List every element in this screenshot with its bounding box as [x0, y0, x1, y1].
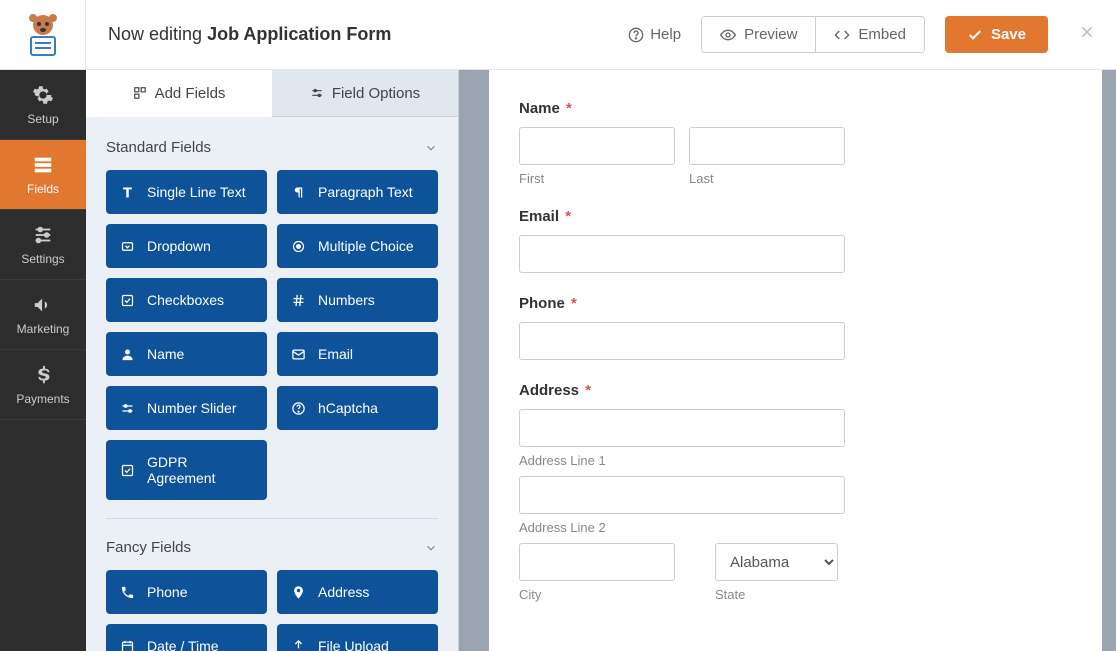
field-checkboxes[interactable]: Checkboxes	[106, 278, 267, 322]
gear-icon	[32, 84, 54, 106]
question-icon	[291, 401, 306, 416]
email-input[interactable]	[519, 235, 845, 273]
fancy-fields-grid: Phone Address Date / Time File Upload	[106, 570, 438, 651]
nav-payments[interactable]: Payments	[0, 350, 86, 420]
preview-button[interactable]: Preview	[702, 17, 815, 52]
sliders-icon	[310, 86, 324, 100]
standard-fields-grid: Single Line Text Paragraph Text Dropdown…	[106, 170, 438, 500]
grid-icon	[133, 86, 147, 100]
calendar-icon	[120, 639, 135, 651]
nav-settings[interactable]: Settings	[0, 210, 86, 280]
checkbox-icon	[120, 293, 135, 308]
address-line1-input[interactable]	[519, 409, 845, 447]
last-sub-label: Last	[689, 171, 845, 186]
left-nav: Setup Fields Settings Marketing Payments	[0, 70, 86, 651]
field-number-slider[interactable]: Number Slider	[106, 386, 267, 430]
embed-button[interactable]: Embed	[815, 17, 924, 52]
address-line2-input[interactable]	[519, 476, 845, 514]
close-icon	[1078, 23, 1096, 41]
form-preview: Name * First Last Email * Phone * Addres…	[489, 70, 1116, 651]
upload-icon	[291, 639, 306, 651]
dropdown-icon	[120, 239, 135, 254]
save-button[interactable]: Save	[945, 16, 1048, 53]
brand-icon	[19, 11, 67, 59]
field-email[interactable]: Email	[277, 332, 438, 376]
megaphone-icon	[32, 294, 54, 316]
text-icon	[120, 185, 135, 200]
button-group: Preview Embed	[701, 16, 925, 53]
code-icon	[834, 27, 850, 43]
tab-add-fields[interactable]: Add Fields	[86, 70, 272, 117]
top-bar: Now editing Job Application Form Help Pr…	[0, 0, 1116, 70]
right-edge	[1102, 70, 1116, 651]
chevron-down-icon	[424, 141, 438, 155]
first-sub-label: First	[519, 171, 675, 186]
divider	[106, 518, 438, 519]
check-icon	[967, 27, 983, 43]
state-select[interactable]: Alabama	[715, 543, 838, 581]
phone-label: Phone *	[519, 295, 1116, 312]
envelope-icon	[291, 347, 306, 362]
sliders-icon	[32, 224, 54, 246]
group-fancy-header[interactable]: Fancy Fields	[106, 527, 438, 570]
first-name-input[interactable]	[519, 127, 675, 165]
field-file-upload[interactable]: File Upload	[277, 624, 438, 651]
eye-icon	[720, 27, 736, 43]
radio-icon	[291, 239, 306, 254]
city-input[interactable]	[519, 543, 675, 581]
paragraph-icon	[291, 185, 306, 200]
field-paragraph-text[interactable]: Paragraph Text	[277, 170, 438, 214]
nav-fields[interactable]: Fields	[0, 140, 86, 210]
person-icon	[120, 347, 135, 362]
nav-marketing[interactable]: Marketing	[0, 280, 86, 350]
logo	[0, 0, 86, 70]
field-address[interactable]: Address	[277, 570, 438, 614]
preview-field-email[interactable]: Email *	[519, 208, 1116, 273]
field-dropdown[interactable]: Dropdown	[106, 224, 267, 268]
field-single-line-text[interactable]: Single Line Text	[106, 170, 267, 214]
preview-field-address[interactable]: Address * Address Line 1 Address Line 2 …	[519, 382, 1116, 602]
form-icon	[32, 154, 54, 176]
fields-sidebar: Add Fields Field Options Standard Fields…	[86, 70, 459, 651]
sliders2-icon	[120, 401, 135, 416]
dollar-icon	[32, 364, 54, 386]
page-title: Now editing Job Application Form	[108, 24, 391, 45]
checkbox-icon	[120, 463, 135, 478]
preview-field-name[interactable]: Name * First Last	[519, 100, 1116, 186]
phone-input[interactable]	[519, 322, 845, 360]
field-hcaptcha[interactable]: hCaptcha	[277, 386, 438, 430]
gap-column	[459, 70, 489, 651]
field-phone[interactable]: Phone	[106, 570, 267, 614]
help-link[interactable]: Help	[628, 26, 681, 43]
chevron-down-icon	[424, 541, 438, 555]
field-name[interactable]: Name	[106, 332, 267, 376]
tab-field-options[interactable]: Field Options	[272, 70, 458, 117]
main: Setup Fields Settings Marketing Payments…	[0, 70, 1116, 651]
help-icon	[628, 27, 644, 43]
address-line2-sub: Address Line 2	[519, 520, 1116, 535]
address-label: Address *	[519, 382, 1116, 399]
phone-icon	[120, 585, 135, 600]
name-label: Name *	[519, 100, 1116, 117]
field-numbers[interactable]: Numbers	[277, 278, 438, 322]
field-multiple-choice[interactable]: Multiple Choice	[277, 224, 438, 268]
state-sub: State	[715, 587, 838, 602]
close-button[interactable]	[1078, 23, 1096, 46]
field-date-time[interactable]: Date / Time	[106, 624, 267, 651]
sidebar-tabs: Add Fields Field Options	[86, 70, 458, 117]
last-name-input[interactable]	[689, 127, 845, 165]
email-label: Email *	[519, 208, 1116, 225]
nav-setup[interactable]: Setup	[0, 70, 86, 140]
field-gdpr-agreement[interactable]: GDPR Agreement	[106, 440, 267, 500]
group-standard-header[interactable]: Standard Fields	[106, 127, 438, 170]
hash-icon	[291, 293, 306, 308]
preview-field-phone[interactable]: Phone *	[519, 295, 1116, 360]
address-line1-sub: Address Line 1	[519, 453, 1116, 468]
city-sub: City	[519, 587, 675, 602]
pin-icon	[291, 585, 306, 600]
